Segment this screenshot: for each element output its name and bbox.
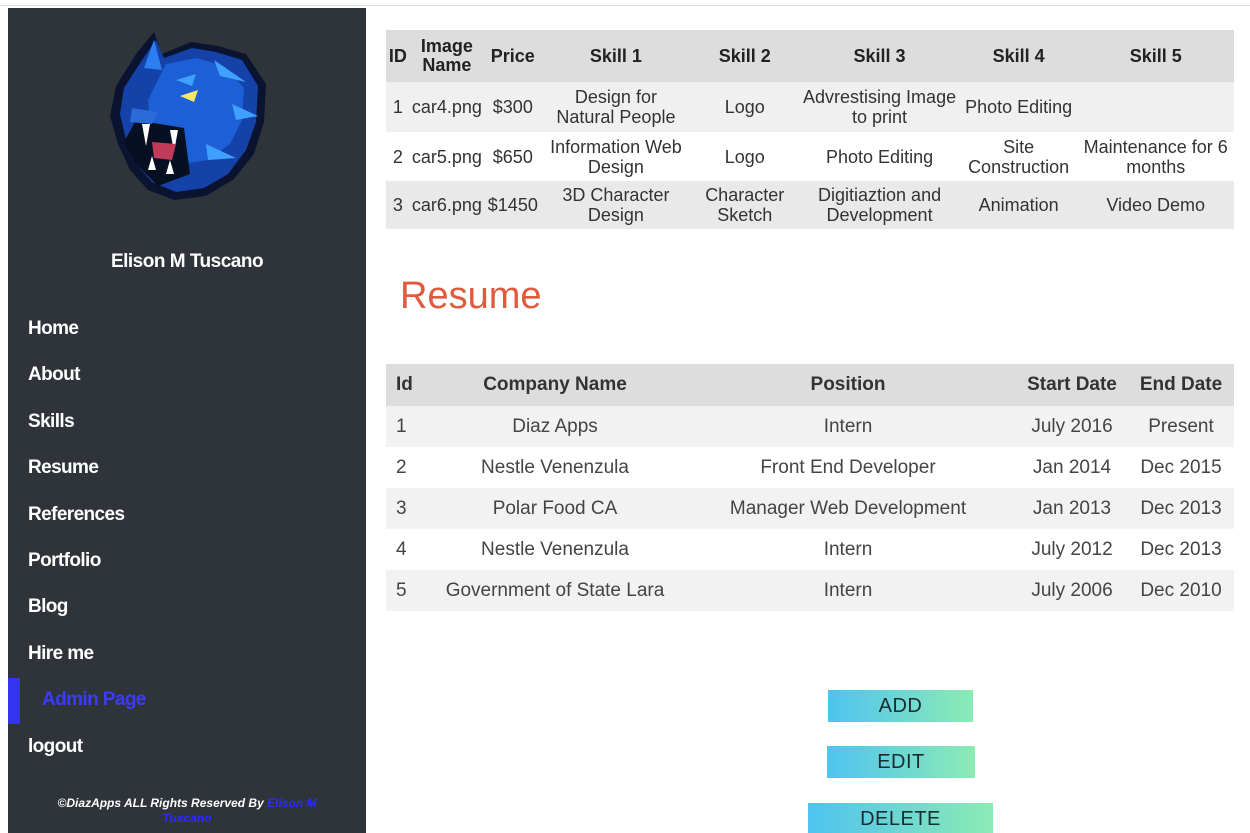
resume-section-title: Resume: [400, 275, 542, 317]
table-cell: car5.png: [409, 132, 484, 181]
table-cell: car6.png: [409, 181, 484, 229]
table-cell: Design for Natural People: [541, 82, 691, 132]
profile-name: Elison M Tuscano: [110, 251, 264, 272]
table-row: 5 Government of State Lara Intern July 2…: [386, 570, 1234, 611]
table-cell: Dec 2013: [1128, 529, 1234, 570]
table-row: 4 Nestle Venenzula Intern July 2012 Dec …: [386, 529, 1234, 570]
table-cell: Photo Editing: [959, 82, 1078, 132]
column-header: Position: [680, 364, 1016, 406]
table-row: 3 car6.png $1450 3D Character Design Cha…: [386, 181, 1234, 229]
table-cell: Jan 2014: [1016, 447, 1128, 488]
column-header: Start Date: [1016, 364, 1128, 406]
table-header-row: ID Image Name Price Skill 1 Skill 2 Skil…: [386, 30, 1234, 82]
sidebar: Elison M Tuscano Home About Skills Resum…: [8, 8, 366, 833]
sidebar-footer: ©DiazApps ALL Rights Reserved By Elison …: [8, 796, 366, 826]
table-cell: Maintenance for 6 months: [1077, 132, 1234, 181]
table-cell: Nestle Venenzula: [430, 529, 680, 570]
table-cell: Animation: [959, 181, 1078, 229]
sidebar-item-admin-page[interactable]: Admin Page: [8, 678, 366, 731]
table-cell: 1: [386, 406, 430, 447]
sidebar-item-skills[interactable]: Skills: [8, 407, 366, 453]
sidebar-item-resume[interactable]: Resume: [8, 453, 366, 499]
table-header-row: Id Company Name Position Start Date End …: [386, 364, 1234, 406]
table-cell: Nestle Venenzula: [430, 447, 680, 488]
column-header: Price: [483, 30, 542, 82]
sidebar-item-logout[interactable]: logout: [8, 732, 366, 778]
column-header: Skill 2: [690, 30, 800, 82]
column-header: Skill 3: [799, 30, 960, 82]
table-cell: Jan 2013: [1016, 488, 1128, 529]
edit-button[interactable]: EDIT: [827, 746, 975, 778]
table-cell: July 2006: [1016, 570, 1128, 611]
table-cell: Manager Web Development: [680, 488, 1016, 529]
add-button[interactable]: ADD: [828, 690, 973, 722]
table-cell: 3: [386, 488, 430, 529]
resume-table: Id Company Name Position Start Date End …: [386, 364, 1234, 611]
column-header: Skill 1: [541, 30, 691, 82]
table-cell: Logo: [690, 132, 800, 181]
table-cell: Dec 2010: [1128, 570, 1234, 611]
column-header: ID: [386, 30, 410, 82]
table-cell: $300: [483, 82, 542, 132]
table-cell: Photo Editing: [799, 132, 960, 181]
table-cell: July 2012: [1016, 529, 1128, 570]
column-header: Image Name: [409, 30, 484, 82]
table-cell: 2: [386, 447, 430, 488]
table-row: 2 car5.png $650 Information Web Design L…: [386, 132, 1234, 181]
column-header: Id: [386, 364, 430, 406]
table-cell: 4: [386, 529, 430, 570]
table-cell: 3: [386, 181, 410, 229]
sidebar-item-hire-me[interactable]: Hire me: [8, 639, 366, 685]
table-row: 3 Polar Food CA Manager Web Development …: [386, 488, 1234, 529]
column-header: Company Name: [430, 364, 680, 406]
table-cell: car4.png: [409, 82, 484, 132]
table-cell: 1: [386, 82, 410, 132]
footer-copyright: ©DiazApps ALL Rights Reserved By: [57, 796, 268, 810]
table-cell: Video Demo: [1077, 181, 1234, 229]
table-cell: Front End Developer: [680, 447, 1016, 488]
table-cell: Diaz Apps: [430, 406, 680, 447]
table-cell: Digitiaztion and Development: [799, 181, 960, 229]
table-cell: Intern: [680, 529, 1016, 570]
column-header: End Date: [1128, 364, 1234, 406]
table-cell: Site Construction: [959, 132, 1078, 181]
table-cell: Intern: [680, 406, 1016, 447]
top-border: [0, 0, 1250, 6]
table-cell: 5: [386, 570, 430, 611]
table-cell: Intern: [680, 570, 1016, 611]
table-cell: Dec 2015: [1128, 447, 1234, 488]
sidebar-nav: Home About Skills Resume References Port…: [8, 314, 366, 778]
column-header: Skill 5: [1077, 30, 1234, 82]
sidebar-item-references[interactable]: References: [8, 500, 366, 546]
table-cell: Advrestising Image to print: [799, 82, 960, 132]
table-cell: Polar Food CA: [430, 488, 680, 529]
column-header: Skill 4: [959, 30, 1078, 82]
table-cell: 2: [386, 132, 410, 181]
table-cell: Information Web Design: [541, 132, 691, 181]
table-cell: $650: [483, 132, 542, 181]
portfolio-table: ID Image Name Price Skill 1 Skill 2 Skil…: [386, 30, 1234, 229]
sidebar-item-blog[interactable]: Blog: [8, 592, 366, 638]
sidebar-item-home[interactable]: Home: [8, 314, 366, 360]
table-row: 1 Diaz Apps Intern July 2016 Present: [386, 406, 1234, 447]
table-cell: $1450: [483, 181, 542, 229]
panther-logo-icon: [110, 32, 266, 200]
sidebar-item-portfolio[interactable]: Portfolio: [8, 546, 366, 592]
table-cell: Logo: [690, 82, 800, 132]
table-cell: Government of State Lara: [430, 570, 680, 611]
table-row: 1 car4.png $300 Design for Natural Peopl…: [386, 82, 1234, 132]
sidebar-item-about[interactable]: About: [8, 360, 366, 406]
table-cell: Dec 2013: [1128, 488, 1234, 529]
table-cell: [1077, 82, 1234, 132]
table-cell: Present: [1128, 406, 1234, 447]
delete-button[interactable]: DELETE: [808, 803, 993, 833]
table-cell: July 2016: [1016, 406, 1128, 447]
table-row: 2 Nestle Venenzula Front End Developer J…: [386, 447, 1234, 488]
table-cell: 3D Character Design: [541, 181, 691, 229]
table-cell: Character Sketch: [690, 181, 800, 229]
